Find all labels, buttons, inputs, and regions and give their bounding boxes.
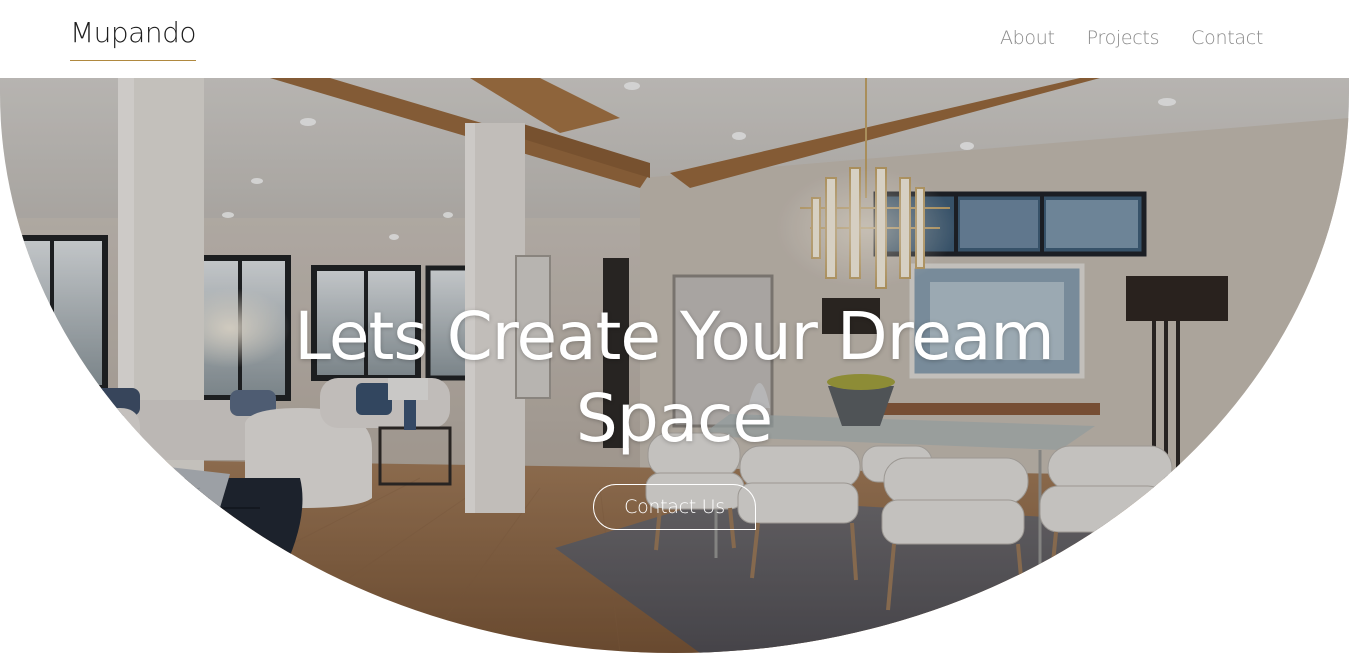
logo-link[interactable]: Mupando: [70, 14, 197, 61]
main-nav: About Projects Contact: [1000, 25, 1263, 51]
hero-section: Lets Create Your Dream Space Contact Us: [0, 78, 1349, 653]
nav-item-contact[interactable]: Contact: [1191, 25, 1263, 51]
site-header: Mupando About Projects Contact: [0, 0, 1349, 78]
nav-item-projects[interactable]: Projects: [1087, 25, 1160, 51]
contact-us-button[interactable]: Contact Us: [593, 484, 756, 530]
nav-item-about[interactable]: About: [1000, 25, 1055, 51]
hero-title: Lets Create Your Dream Space: [294, 298, 1054, 457]
